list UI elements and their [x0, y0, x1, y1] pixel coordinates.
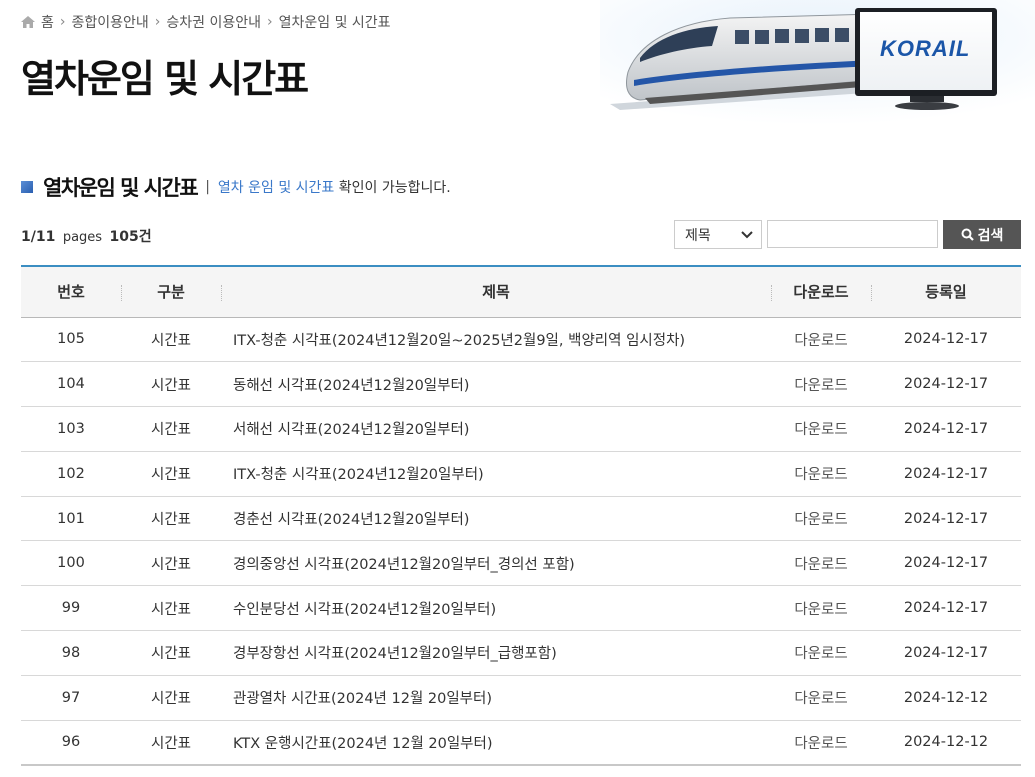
page-title: 열차운임 및 시간표: [21, 57, 309, 101]
download-link[interactable]: 다운로드: [771, 720, 871, 766]
page-count: 1/11 pages 105건: [21, 226, 152, 246]
row-category: 시간표: [121, 675, 221, 721]
chevron-right-icon: ›: [59, 14, 66, 30]
row-date: 2024-12-17: [871, 451, 1021, 497]
row-number: 105: [21, 317, 121, 363]
download-link[interactable]: 다운로드: [771, 361, 871, 408]
divider: |: [205, 179, 210, 195]
timetable-list: 번호 구분 제목 다운로드 등록일 105 시간표 ITX-청춘 시각표(202…: [21, 265, 1021, 766]
section-header: 열차운임 및 시간표 | 열차 운임 및 시간표 확인이 가능합니다.: [21, 172, 451, 202]
row-number: 104: [21, 361, 121, 408]
row-title-link[interactable]: 경의중앙선 시각표(2024년12월20일부터_경의선 포함): [221, 540, 771, 587]
table-row: 104 시간표 동해선 시각표(2024년12월20일부터) 다운로드 2024…: [21, 361, 1021, 408]
current-page: 1: [21, 229, 31, 245]
table-row: 105 시간표 ITX-청춘 시각표(2024년12월20일~2025년2월9일…: [21, 317, 1021, 363]
chevron-right-icon: ›: [154, 14, 161, 30]
breadcrumb-ticket-guide[interactable]: 승차권 이용안내: [166, 12, 261, 32]
table-row: 97 시간표 관광열차 시간표(2024년 12월 20일부터) 다운로드 20…: [21, 675, 1021, 721]
search-field-value: 제목: [685, 227, 711, 244]
table-row: 103 시간표 서해선 시각표(2024년12월20일부터) 다운로드 2024…: [21, 406, 1021, 452]
row-number: 97: [21, 675, 121, 721]
breadcrumb: 홈 › 종합이용안내 › 승차권 이용안내 › 열차운임 및 시간표: [21, 12, 391, 32]
row-category: 시간표: [121, 540, 221, 587]
bullet-square-icon: [21, 181, 33, 193]
row-category: 시간표: [121, 585, 221, 632]
row-category: 시간표: [121, 451, 221, 497]
korail-logo: KORAIL: [880, 36, 971, 61]
pages-label: pages: [62, 230, 103, 245]
search-input[interactable]: [767, 220, 938, 248]
row-title-link[interactable]: ITX-청춘 시각표(2024년12월20일부터): [221, 451, 771, 497]
row-title-link[interactable]: 수인분당선 시각표(2024년12월20일부터): [221, 585, 771, 632]
row-number: 103: [21, 406, 121, 452]
download-link[interactable]: 다운로드: [771, 496, 871, 542]
search-button-label: 검색: [977, 226, 1004, 243]
row-date: 2024-12-17: [871, 406, 1021, 452]
header-date: 등록일: [871, 265, 1021, 318]
row-date: 2024-12-17: [871, 585, 1021, 632]
row-title-link[interactable]: 관광열차 시간표(2024년 12월 20일부터): [221, 675, 771, 721]
search-icon: [961, 228, 974, 241]
row-date: 2024-12-12: [871, 675, 1021, 721]
row-date: 2024-12-12: [871, 720, 1021, 766]
row-number: 100: [21, 540, 121, 587]
download-link[interactable]: 다운로드: [771, 675, 871, 721]
row-category: 시간표: [121, 720, 221, 766]
breadcrumb-home[interactable]: 홈: [41, 12, 54, 32]
table-row: 99 시간표 수인분당선 시각표(2024년12월20일부터) 다운로드 202…: [21, 585, 1021, 632]
row-category: 시간표: [121, 496, 221, 542]
row-category: 시간표: [121, 630, 221, 676]
row-title-link[interactable]: 동해선 시각표(2024년12월20일부터): [221, 361, 771, 408]
header-number: 번호: [21, 265, 121, 318]
chevron-down-icon: [741, 230, 753, 238]
download-link[interactable]: 다운로드: [771, 317, 871, 363]
row-date: 2024-12-17: [871, 630, 1021, 676]
total-pages: /11: [30, 229, 56, 245]
table-row: 98 시간표 경부장항선 시각표(2024년12월20일부터_급행포함) 다운로…: [21, 630, 1021, 676]
row-title-link[interactable]: 경부장항선 시각표(2024년12월20일부터_급행포함): [221, 630, 771, 676]
breadcrumb-guide[interactable]: 종합이용안내: [72, 12, 149, 32]
table-header-row: 번호 구분 제목 다운로드 등록일: [21, 265, 1021, 318]
section-description-highlight: 열차 운임 및 시간표: [217, 180, 335, 196]
row-date: 2024-12-17: [871, 496, 1021, 542]
row-number: 102: [21, 451, 121, 497]
row-date: 2024-12-17: [871, 540, 1021, 587]
download-link[interactable]: 다운로드: [771, 540, 871, 587]
total-count: 105건: [109, 229, 152, 245]
header-download: 다운로드: [771, 265, 871, 318]
row-number: 101: [21, 496, 121, 542]
row-title-link[interactable]: 서해선 시각표(2024년12월20일부터): [221, 406, 771, 452]
row-category: 시간표: [121, 317, 221, 363]
row-category: 시간표: [121, 361, 221, 408]
chevron-right-icon: ›: [267, 14, 273, 30]
download-link[interactable]: 다운로드: [771, 630, 871, 676]
row-title-link[interactable]: KTX 운행시간표(2024년 12월 20일부터): [221, 720, 771, 766]
table-row: 102 시간표 ITX-청춘 시각표(2024년12월20일부터) 다운로드 2…: [21, 451, 1021, 497]
download-link[interactable]: 다운로드: [771, 451, 871, 497]
row-date: 2024-12-17: [871, 361, 1021, 408]
row-title-link[interactable]: 경춘선 시각표(2024년12월20일부터): [221, 496, 771, 542]
row-number: 96: [21, 720, 121, 766]
header-category: 구분: [121, 265, 221, 318]
row-number: 98: [21, 630, 121, 676]
header-title: 제목: [221, 265, 771, 318]
home-icon[interactable]: [21, 16, 35, 28]
hero-train-illustration: [600, 0, 1035, 125]
row-category: 시간표: [121, 406, 221, 452]
section-description: 열차 운임 및 시간표 확인이 가능합니다.: [218, 177, 451, 197]
table-row: 96 시간표 KTX 운행시간표(2024년 12월 20일부터) 다운로드 2…: [21, 720, 1021, 766]
search-button[interactable]: 검색: [943, 220, 1021, 249]
row-date: 2024-12-17: [871, 317, 1021, 363]
breadcrumb-current: 열차운임 및 시간표: [278, 15, 391, 31]
section-title: 열차운임 및 시간표: [43, 176, 199, 200]
table-row: 100 시간표 경의중앙선 시각표(2024년12월20일부터_경의선 포함) …: [21, 540, 1021, 587]
section-description-rest: 확인이 가능합니다.: [334, 180, 451, 196]
row-number: 99: [21, 585, 121, 632]
search-field-select[interactable]: 제목: [674, 220, 762, 249]
row-title-link[interactable]: ITX-청춘 시각표(2024년12월20일~2025년2월9일, 백양리역 임…: [221, 317, 771, 363]
table-row: 101 시간표 경춘선 시각표(2024년12월20일부터) 다운로드 2024…: [21, 496, 1021, 542]
download-link[interactable]: 다운로드: [771, 585, 871, 632]
download-link[interactable]: 다운로드: [771, 406, 871, 452]
